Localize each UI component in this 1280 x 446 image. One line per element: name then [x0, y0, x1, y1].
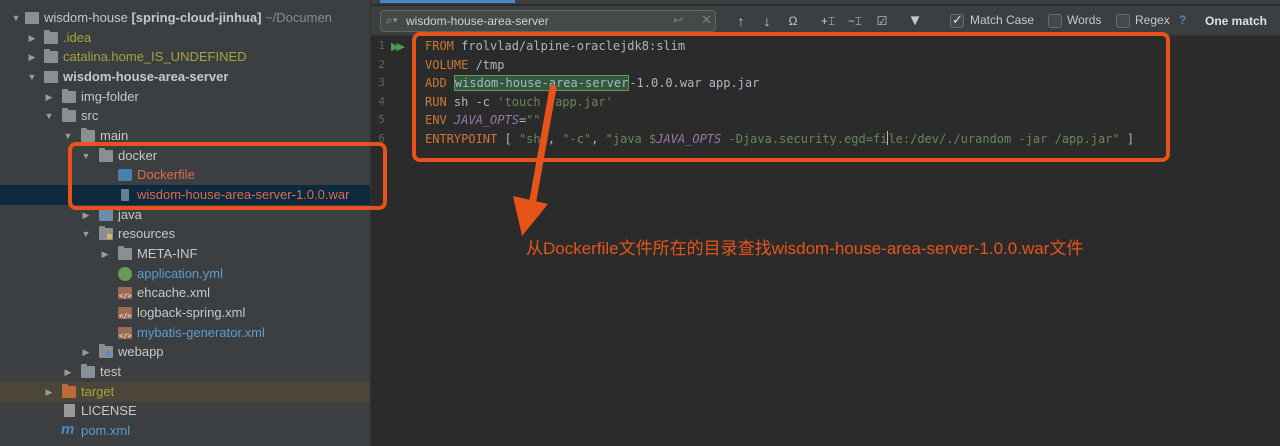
- folder-icon: [44, 30, 58, 44]
- tree-item-img-folder[interactable]: ▶ img-folder: [0, 87, 370, 107]
- tree-item-catalina-home[interactable]: ▶ catalina.home_IS_UNDEFINED: [0, 47, 370, 67]
- tree-item-label: mybatis-generator.xml: [137, 325, 265, 340]
- tree-item-label: LICENSE: [81, 403, 137, 418]
- tree-item-mybatis-xml[interactable]: mybatis-generator.xml: [0, 323, 370, 346]
- tree-item-ehcache-xml[interactable]: ehcache.xml: [0, 283, 370, 306]
- tree-item-label: META-INF: [137, 246, 198, 261]
- tree-item-label: ehcache.xml: [137, 285, 210, 300]
- match-status: One match: [1205, 14, 1268, 28]
- expand-arrow-icon[interactable]: ▶: [43, 382, 55, 402]
- search-icon[interactable]: ⌕▾: [386, 13, 398, 28]
- folder-icon: [62, 89, 76, 103]
- tree-item-meta-inf[interactable]: ▶ META-INF: [0, 244, 370, 264]
- select-all-icon[interactable]: ☑: [872, 12, 892, 30]
- tree-item-label: wisdom-house-area-server: [63, 69, 229, 84]
- tree-item-label: test: [100, 364, 121, 379]
- annotation-box-tree: [68, 142, 387, 210]
- tree-item-label: wisdom-house: [44, 10, 128, 25]
- annotation-text: 从Dockerfile文件所在的目录查找wisdom-house-area-se…: [526, 239, 1084, 258]
- line-number: 4: [378, 95, 385, 108]
- line-number: 1: [378, 39, 385, 52]
- filter-icon[interactable]: ▼: [905, 12, 925, 30]
- line-number: 3: [378, 76, 385, 89]
- branch-label: [spring-cloud-jinhua]: [131, 10, 262, 25]
- spring-config-icon: [118, 267, 132, 281]
- text-file-icon: [64, 404, 75, 417]
- module-icon: [25, 12, 39, 24]
- tree-item-label: .idea: [63, 30, 92, 45]
- words-checkbox[interactable]: [1048, 14, 1062, 28]
- expand-arrow-icon[interactable]: ▶: [26, 28, 38, 48]
- expand-arrow-icon[interactable]: ▶: [99, 244, 111, 264]
- add-selection-icon[interactable]: +⌶: [818, 12, 838, 30]
- tree-item-label: catalina.home_IS_UNDEFINED: [63, 49, 247, 64]
- tree-item-pom[interactable]: m pom.xml: [0, 421, 370, 441]
- module-icon: [44, 71, 58, 83]
- search-box[interactable]: ⌕▾ ↩ ✕: [380, 10, 716, 32]
- project-tree: ▼ wisdom-house [spring-cloud-jinhua] ~/D…: [0, 0, 370, 446]
- tree-item-logback-xml[interactable]: logback-spring.xml: [0, 303, 370, 326]
- tree-item-label: src: [81, 108, 99, 123]
- expand-arrow-icon[interactable]: ▼: [80, 224, 92, 244]
- tree-item-resources[interactable]: ▼ resources: [0, 224, 370, 244]
- tree-item-license[interactable]: LICENSE: [0, 401, 370, 421]
- tree-item-label: img-folder: [81, 89, 139, 104]
- tree-item-idea[interactable]: ▶ .idea: [0, 28, 370, 48]
- search-input[interactable]: [406, 13, 666, 29]
- new-line-icon[interactable]: ↩: [673, 13, 683, 27]
- remove-selection-icon[interactable]: −⌶: [845, 12, 865, 30]
- words-label[interactable]: Words: [1067, 13, 1101, 27]
- xml-file-icon: [118, 306, 132, 326]
- xml-file-icon: [118, 286, 132, 306]
- expand-arrow-icon[interactable]: ▶: [43, 87, 55, 107]
- match-case-checkbox[interactable]: [950, 12, 964, 28]
- line-number: 5: [378, 113, 385, 126]
- tree-item-webapp[interactable]: ▶ webapp: [0, 342, 370, 362]
- run-icon[interactable]: ▶▶: [391, 40, 405, 53]
- arrow-down-icon[interactable]: ↓: [759, 12, 775, 30]
- tree-item-test[interactable]: ▶ test: [0, 362, 370, 382]
- folder-icon: [62, 384, 76, 398]
- regex-checkbox[interactable]: [1116, 14, 1130, 28]
- resources-folder-icon: [99, 226, 113, 240]
- clear-icon[interactable]: ✕: [701, 12, 712, 28]
- tree-item-label: target: [81, 384, 115, 399]
- tree-item-wisdom-house[interactable]: ▼ wisdom-house [spring-cloud-jinhua] ~/D…: [0, 8, 370, 28]
- maven-icon: m: [61, 421, 75, 438]
- folder-icon: [44, 49, 58, 63]
- arrow-up-icon[interactable]: ↑: [733, 12, 749, 30]
- expand-arrow-icon[interactable]: ▶: [62, 362, 74, 382]
- tree-item-label: resources: [118, 226, 176, 241]
- active-tab-indicator: [380, 0, 515, 3]
- source-folder-icon: [99, 207, 113, 221]
- folder-icon: [81, 364, 95, 378]
- expand-arrow-icon[interactable]: ▼: [26, 67, 38, 87]
- folder-icon: [81, 128, 95, 142]
- tree-item-target[interactable]: ▶ target: [0, 382, 370, 402]
- tree-item-src[interactable]: ▼ src: [0, 106, 370, 126]
- web-folder-icon: [99, 344, 113, 358]
- expand-arrow-icon[interactable]: ▼: [10, 8, 22, 28]
- line-number: 2: [378, 58, 385, 71]
- annotation-box-code: [412, 32, 1170, 162]
- expand-arrow-icon[interactable]: ▼: [43, 106, 55, 126]
- path-label: ~/Documen: [265, 10, 332, 25]
- xml-file-icon: [118, 326, 132, 346]
- regex-label[interactable]: Regex: [1135, 13, 1170, 27]
- expand-arrow-icon[interactable]: ▶: [26, 47, 38, 67]
- select-all-occurrences-icon[interactable]: Ω: [783, 12, 803, 30]
- tree-item-label: pom.xml: [81, 423, 131, 438]
- tree-item-area-server[interactable]: ▼ wisdom-house-area-server: [0, 67, 370, 87]
- match-case-label[interactable]: Match Case: [970, 13, 1034, 27]
- tree-item-label: logback-spring.xml: [137, 305, 246, 320]
- tree-item-application-yml[interactable]: application.yml: [0, 264, 370, 284]
- folder-icon: [62, 108, 76, 122]
- regex-help-link[interactable]: ?: [1179, 13, 1186, 27]
- tree-item-label: webapp: [118, 344, 164, 359]
- tree-item-label: application.yml: [137, 266, 223, 281]
- folder-icon: [118, 246, 132, 260]
- expand-arrow-icon[interactable]: ▶: [80, 342, 92, 362]
